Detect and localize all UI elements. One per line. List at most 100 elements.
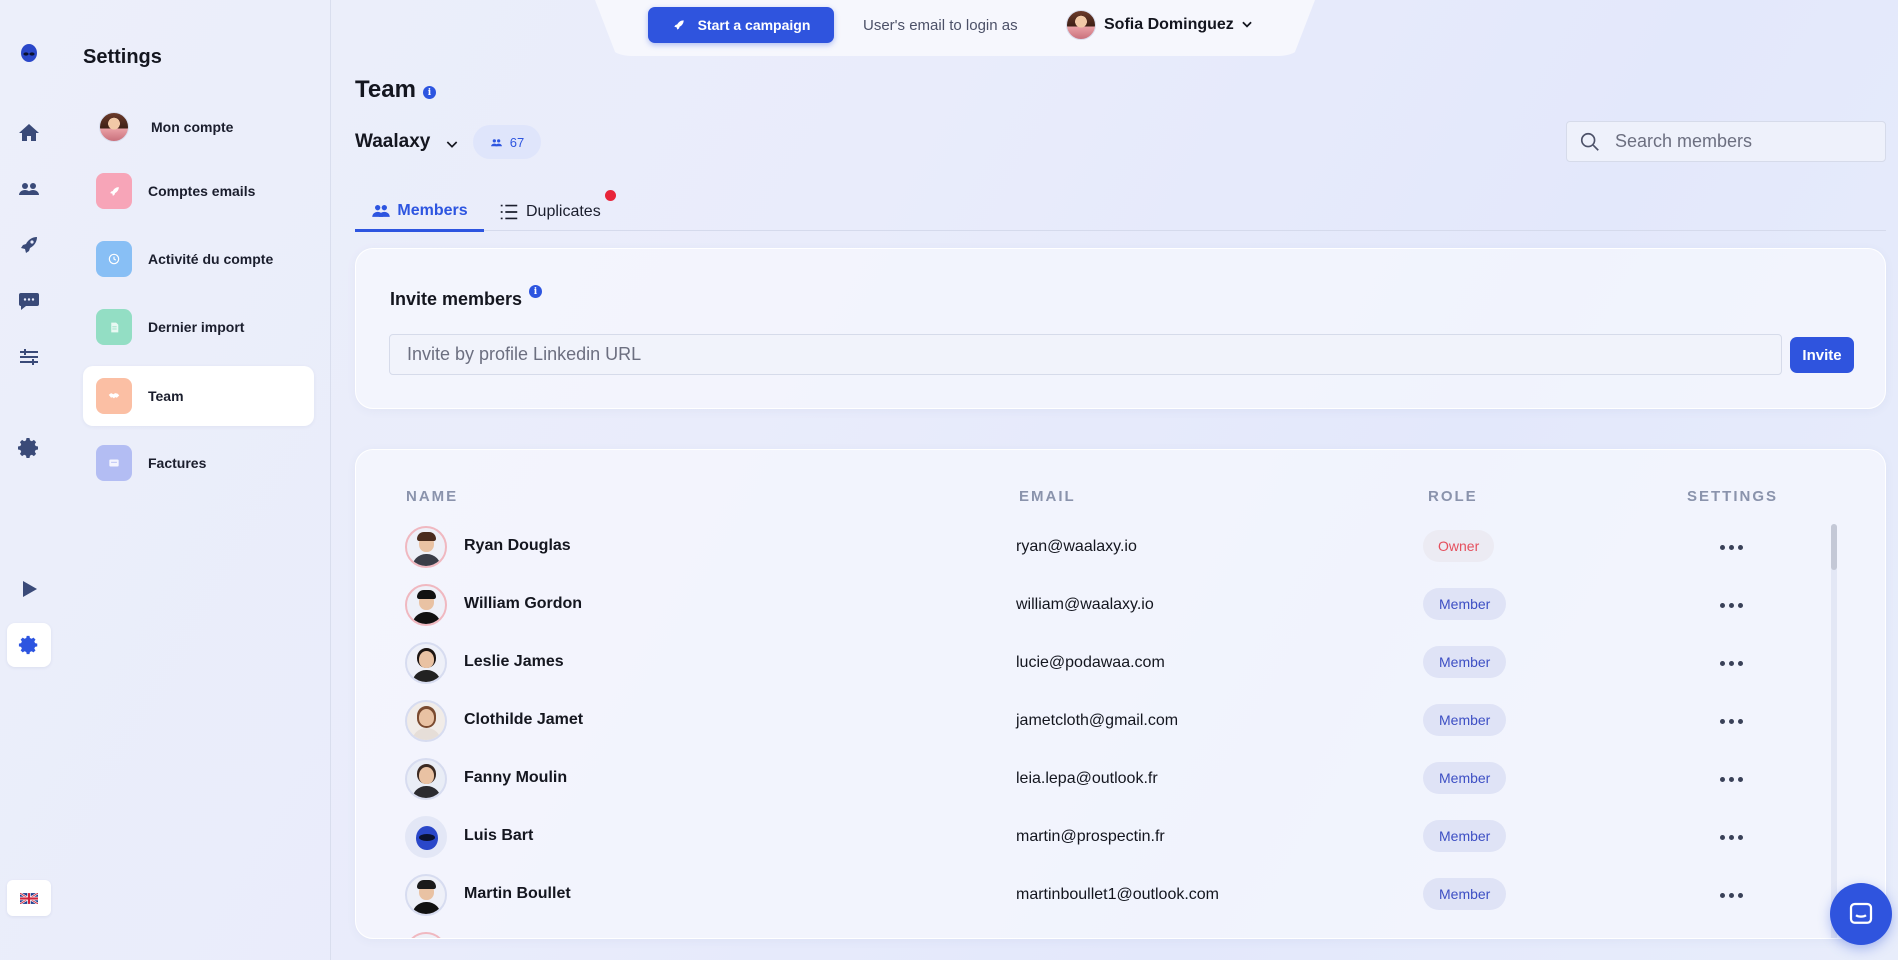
- role-badge: Member: [1423, 878, 1507, 910]
- member-avatar: [405, 700, 447, 742]
- more-options-icon[interactable]: [1716, 535, 1746, 559]
- tab-duplicates-label: Duplicates: [526, 203, 601, 220]
- tab-members-label: Members: [397, 201, 468, 219]
- notification-dot: [605, 190, 616, 201]
- tab-duplicates[interactable]: Duplicates: [498, 192, 601, 232]
- menu-item-mon-compte[interactable]: Mon compte: [83, 97, 314, 157]
- member-avatar: [405, 642, 447, 684]
- rocket-icon: [96, 173, 132, 209]
- organization-selector[interactable]: Waalaxy: [355, 131, 430, 153]
- chevron-down-icon[interactable]: [444, 136, 460, 152]
- menu-item-comptes-emails[interactable]: Comptes emails: [83, 161, 314, 221]
- menu-item-label: Team: [148, 388, 184, 404]
- more-options-icon[interactable]: [1716, 825, 1746, 849]
- more-options-icon[interactable]: [1716, 709, 1746, 733]
- members-table: NAME EMAIL ROLE SETTINGS Ryan Douglas ry…: [355, 449, 1886, 939]
- uk-flag-icon[interactable]: [7, 880, 51, 916]
- role-badge: Owner: [1423, 530, 1495, 562]
- clock-icon: [96, 241, 132, 277]
- member-email: lucie@podawaa.com: [1016, 654, 1165, 671]
- info-icon[interactable]: i: [423, 86, 436, 99]
- column-header-role[interactable]: ROLE: [1428, 488, 1478, 505]
- more-options-icon[interactable]: [1716, 883, 1746, 907]
- member-name: Luis Bart: [464, 827, 534, 844]
- chat-bubble-icon: [1849, 902, 1873, 924]
- scrollbar-track[interactable]: [1831, 524, 1837, 938]
- member-name: William Gordon: [464, 595, 583, 612]
- scrollbar-thumb[interactable]: [1831, 524, 1837, 570]
- table-row: Martin Boullet martinboullet1@outlook.co…: [356, 865, 1836, 923]
- invite-url-input[interactable]: [389, 334, 1782, 375]
- member-name: Fanny Moulin: [464, 769, 568, 786]
- user-avatar: [99, 112, 129, 142]
- member-email: william@waalaxy.io: [1016, 596, 1154, 613]
- member-avatar: [405, 584, 447, 626]
- search-icon: [1580, 132, 1599, 151]
- table-row: Clothilde Jamet jametcloth@gmail.com Mem…: [356, 691, 1836, 749]
- rocket-icon[interactable]: [17, 233, 41, 257]
- member-count-badge: 67: [473, 125, 541, 159]
- more-options-icon[interactable]: [1716, 593, 1746, 617]
- list-icon: [500, 204, 518, 220]
- menu-item-label: Comptes emails: [148, 183, 256, 199]
- member-email: martinboullet1@outlook.com: [1016, 886, 1220, 903]
- member-avatar: [405, 758, 447, 800]
- chevron-down-icon[interactable]: [1240, 17, 1254, 31]
- login-as-label: User's email to login as: [863, 17, 1018, 34]
- table-row-partial: [356, 923, 1836, 938]
- info-icon[interactable]: i: [529, 285, 542, 298]
- current-user-name[interactable]: Sofia Dominguez: [1104, 16, 1234, 34]
- member-name: Clothilde Jamet: [464, 711, 584, 728]
- home-icon[interactable]: [17, 121, 41, 145]
- current-user-avatar[interactable]: [1066, 10, 1096, 40]
- menu-item-activite[interactable]: Activité du compte: [83, 229, 314, 289]
- users-icon: [490, 138, 502, 146]
- filters-icon[interactable]: [17, 345, 41, 369]
- table-row: William Gordon william@waalaxy.io Member: [356, 575, 1836, 633]
- more-options-icon[interactable]: [1716, 651, 1746, 675]
- member-email: martin@prospectin.fr: [1016, 828, 1165, 845]
- column-header-email[interactable]: EMAIL: [1019, 488, 1076, 505]
- invite-title: Invite members: [390, 289, 523, 309]
- icon-rail: [0, 0, 58, 960]
- menu-item-label: Factures: [148, 455, 207, 471]
- play-icon[interactable]: [17, 577, 41, 601]
- invite-button[interactable]: Invite: [1790, 337, 1854, 373]
- table-row: Fanny Moulin leia.lepa@outlook.fr Member: [356, 749, 1836, 807]
- start-campaign-label: Start a campaign: [697, 17, 811, 33]
- alien-avatar: [405, 816, 447, 858]
- role-badge: Member: [1423, 646, 1507, 678]
- menu-item-factures[interactable]: Factures: [83, 433, 314, 493]
- more-options-icon[interactable]: [1716, 767, 1746, 791]
- member-avatar: [405, 526, 447, 568]
- users-icon: [372, 204, 391, 217]
- search-members: [1566, 121, 1886, 162]
- menu-item-label: Activité du compte: [148, 251, 274, 267]
- settings-gear-icon[interactable]: [17, 436, 41, 460]
- document-icon: [96, 309, 132, 345]
- alien-logo-icon[interactable]: [17, 41, 41, 65]
- member-avatar: [405, 874, 447, 916]
- column-header-settings: SETTINGS: [1687, 488, 1779, 505]
- member-name: Leslie James: [464, 653, 564, 670]
- menu-item-dernier-import[interactable]: Dernier import: [83, 297, 314, 357]
- menu-item-team[interactable]: Team: [83, 366, 314, 426]
- table-row: Leslie James lucie@podawaa.com Member: [356, 633, 1836, 691]
- table-row: Ryan Douglas ryan@waalaxy.io Owner: [356, 517, 1836, 575]
- member-avatar: [405, 932, 447, 938]
- chat-icon[interactable]: [17, 289, 41, 313]
- role-badge: Member: [1423, 588, 1507, 620]
- tab-members[interactable]: Members: [355, 192, 484, 232]
- member-email: ryan@waalaxy.io: [1016, 538, 1137, 555]
- start-campaign-button[interactable]: Start a campaign: [648, 7, 834, 43]
- member-email: jametcloth@gmail.com: [1016, 712, 1179, 729]
- member-name: Martin Boullet: [464, 885, 571, 902]
- users-icon[interactable]: [17, 177, 41, 201]
- column-header-name[interactable]: NAME: [406, 488, 458, 505]
- settings-active-icon[interactable]: [7, 623, 51, 667]
- chat-widget-button[interactable]: [1830, 883, 1892, 945]
- search-input[interactable]: [1615, 131, 1875, 152]
- table-row: Luis Bart martin@prospectin.fr Member: [356, 807, 1836, 865]
- member-email: leia.lepa@outlook.fr: [1016, 770, 1158, 787]
- page-title: Team: [355, 76, 416, 103]
